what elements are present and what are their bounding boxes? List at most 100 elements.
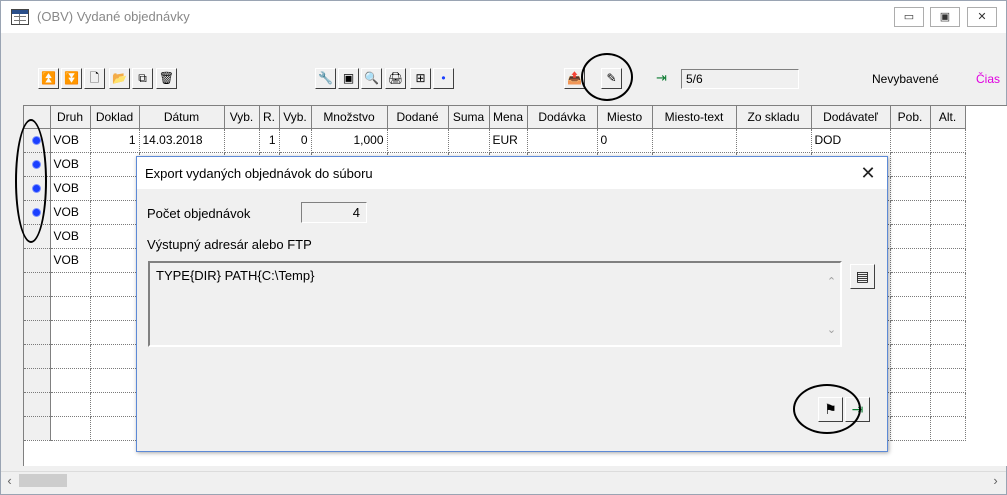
table-cell[interactable] <box>90 416 140 441</box>
table-cell[interactable] <box>224 128 260 153</box>
table-cell[interactable] <box>527 128 598 153</box>
screen-icon[interactable]: ▣ <box>338 68 359 89</box>
table-cell[interactable] <box>890 296 931 321</box>
row-indicator[interactable] <box>24 320 51 345</box>
fit-columns-icon[interactable]: ⊞ <box>410 68 431 89</box>
memo-scrollbar[interactable]: ⌃ ⌄ <box>823 263 840 345</box>
copy-icon[interactable]: ⧉ <box>132 68 153 89</box>
first-record-icon[interactable]: ⏫ <box>38 68 59 89</box>
table-cell[interactable] <box>90 272 140 297</box>
table-cell[interactable]: VOB <box>50 248 91 273</box>
table-cell[interactable]: 1 <box>90 128 140 153</box>
table-cell[interactable] <box>930 296 966 321</box>
table-cell[interactable] <box>930 416 966 441</box>
table-cell[interactable] <box>90 392 140 417</box>
table-cell[interactable] <box>50 272 91 297</box>
run-export-button[interactable]: ⚑ <box>818 397 843 422</box>
table-cell[interactable]: 1 <box>259 128 280 153</box>
table-cell[interactable] <box>90 296 140 321</box>
table-cell[interactable] <box>890 152 931 177</box>
table-cell[interactable] <box>890 248 931 273</box>
col-header[interactable]: Zo skladu <box>736 106 812 129</box>
table-cell[interactable] <box>50 296 91 321</box>
horizontal-scrollbar[interactable]: ‹ › <box>1 471 1006 489</box>
table-cell[interactable] <box>930 176 966 201</box>
table-cell[interactable] <box>90 200 140 225</box>
col-header[interactable]: Alt. <box>930 106 966 129</box>
table-cell[interactable] <box>736 128 812 153</box>
table-cell[interactable] <box>890 416 931 441</box>
table-cell[interactable] <box>930 128 966 153</box>
table-cell[interactable] <box>50 416 91 441</box>
scroll-thumb[interactable] <box>19 474 67 487</box>
row-indicator[interactable] <box>24 368 51 393</box>
export-icon[interactable]: 📤 <box>564 68 585 89</box>
print-icon[interactable]: 🖨 <box>385 68 406 89</box>
table-cell[interactable] <box>930 152 966 177</box>
new-document-icon[interactable]: 🗋 <box>84 68 105 89</box>
col-header[interactable]: Miesto <box>597 106 653 129</box>
table-cell[interactable] <box>890 224 931 249</box>
col-header[interactable]: R. <box>259 106 280 129</box>
output-dir-field[interactable]: TYPE{DIR} PATH{C:\Temp} ⌃ ⌄ <box>148 261 842 347</box>
table-cell[interactable] <box>890 128 931 153</box>
exit-icon[interactable]: ⇥ <box>651 68 672 89</box>
magic-wand-icon[interactable]: ✎ <box>601 68 622 89</box>
open-folder-icon[interactable]: 📂 <box>109 68 130 89</box>
col-header[interactable]: Množstvo <box>311 106 388 129</box>
row-indicator[interactable] <box>24 416 51 441</box>
last-record-icon[interactable]: ⏬ <box>61 68 82 89</box>
table-cell[interactable] <box>930 272 966 297</box>
col-header[interactable]: Dodané <box>387 106 449 129</box>
table-cell[interactable] <box>890 272 931 297</box>
table-cell[interactable] <box>930 392 966 417</box>
row-indicator[interactable] <box>24 344 51 369</box>
table-cell[interactable]: 1,000 <box>311 128 388 153</box>
table-cell[interactable]: VOB <box>50 200 91 225</box>
col-header[interactable]: Suma <box>448 106 490 129</box>
table-cell[interactable] <box>930 344 966 369</box>
row-indicator[interactable] <box>24 392 51 417</box>
select-dot-icon[interactable]: • <box>433 68 454 89</box>
col-header[interactable]: Dodávateľ <box>811 106 891 129</box>
table-cell[interactable]: VOB <box>50 128 91 153</box>
table-cell[interactable] <box>930 248 966 273</box>
table-cell[interactable] <box>930 224 966 249</box>
table-cell[interactable] <box>387 128 449 153</box>
scroll-right-icon[interactable]: › <box>987 472 1004 489</box>
table-cell[interactable] <box>890 176 931 201</box>
row-indicator[interactable] <box>24 128 51 153</box>
table-cell[interactable] <box>930 368 966 393</box>
col-header[interactable]: Druh <box>50 106 91 129</box>
table-cell[interactable]: VOB <box>50 224 91 249</box>
table-cell[interactable] <box>50 392 91 417</box>
table-cell[interactable]: DOD <box>811 128 891 153</box>
table-cell[interactable] <box>50 368 91 393</box>
table-cell[interactable] <box>890 368 931 393</box>
table-cell[interactable]: 0 <box>597 128 653 153</box>
table-cell[interactable] <box>652 128 737 153</box>
row-indicator[interactable] <box>24 296 51 321</box>
table-cell[interactable]: VOB <box>50 176 91 201</box>
table-cell[interactable] <box>50 320 91 345</box>
col-header[interactable]: Vyb. <box>224 106 260 129</box>
table-cell[interactable] <box>890 344 931 369</box>
table-cell[interactable] <box>90 344 140 369</box>
col-header[interactable]: Pob. <box>890 106 931 129</box>
table-cell[interactable] <box>90 152 140 177</box>
row-indicator[interactable] <box>24 248 51 273</box>
table-cell[interactable] <box>90 368 140 393</box>
table-cell[interactable] <box>448 128 490 153</box>
table-cell[interactable] <box>90 320 140 345</box>
scroll-down-icon[interactable]: ⌄ <box>823 323 840 336</box>
table-cell[interactable]: 14.03.2018 <box>139 128 225 153</box>
dialog-close-button[interactable]: ✕ <box>855 162 881 184</box>
table-cell[interactable] <box>930 200 966 225</box>
table-cell[interactable] <box>930 320 966 345</box>
row-indicator[interactable] <box>24 272 51 297</box>
search-icon[interactable]: 🔍 <box>361 68 382 89</box>
delete-icon[interactable]: 🗑 <box>156 68 177 89</box>
maximize-button[interactable]: ▣ <box>930 7 960 27</box>
col-header[interactable]: Dodávka <box>527 106 598 129</box>
col-header[interactable]: Vyb. <box>279 106 312 129</box>
